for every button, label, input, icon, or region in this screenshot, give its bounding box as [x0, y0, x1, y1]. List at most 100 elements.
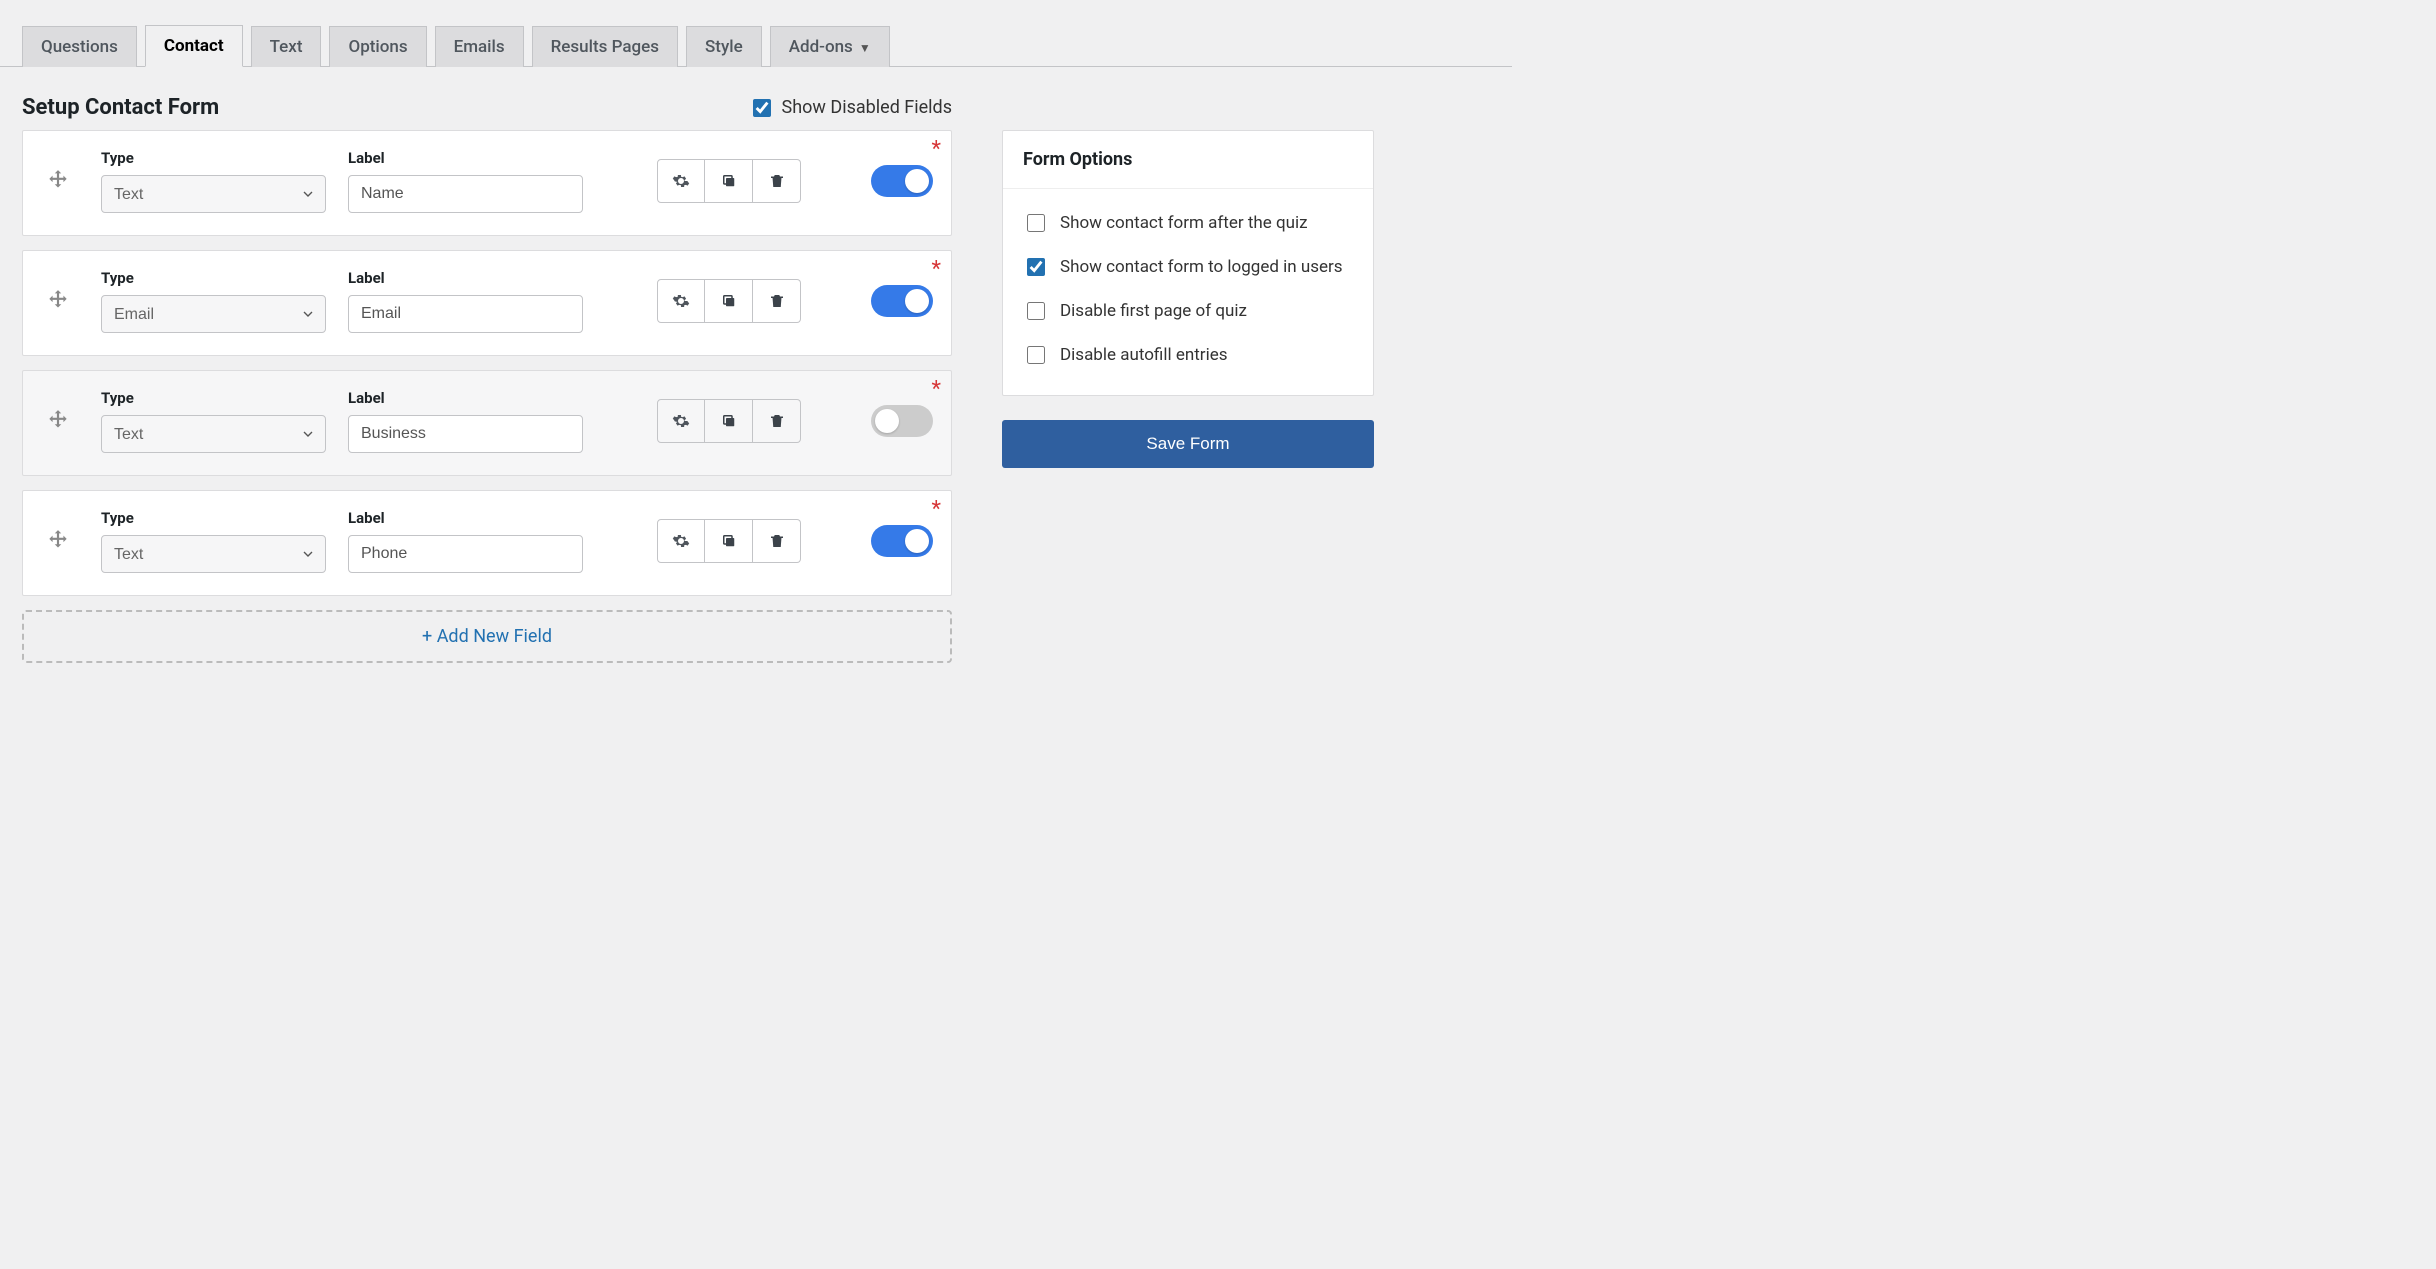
row-actions [657, 399, 933, 443]
action-button-group [657, 519, 801, 563]
field-row: *TypeTextEmailLabel [22, 490, 952, 596]
label-header: Label [348, 509, 583, 527]
duplicate-button[interactable] [705, 279, 753, 323]
tab-questions[interactable]: Questions [22, 26, 137, 67]
drag-handle-icon[interactable] [37, 408, 79, 434]
tab-contact[interactable]: Contact [145, 25, 243, 67]
label-header: Label [348, 269, 583, 287]
gear-icon [672, 532, 690, 550]
form-options-card: Form Options Show contact form after the… [1002, 130, 1374, 396]
copy-icon [720, 292, 738, 310]
form-option[interactable]: Disable first page of quiz [1023, 289, 1353, 333]
tab-emails[interactable]: Emails [435, 26, 524, 67]
label-input[interactable] [348, 175, 583, 213]
form-option-checkbox[interactable] [1027, 214, 1045, 232]
type-header: Type [101, 269, 326, 287]
required-icon: * [932, 139, 941, 161]
label-column: Label [348, 149, 583, 213]
type-column: Type TextEmail [101, 149, 326, 213]
tab-style[interactable]: Style [686, 26, 762, 67]
enable-toggle[interactable] [871, 285, 933, 317]
tab-results-pages[interactable]: Results Pages [532, 26, 678, 67]
add-new-field-button[interactable]: + Add New Field [22, 610, 952, 663]
tab-options[interactable]: Options [329, 26, 426, 67]
copy-icon [720, 412, 738, 430]
delete-button[interactable] [753, 159, 801, 203]
enable-toggle[interactable] [871, 405, 933, 437]
required-icon: * [932, 499, 941, 521]
form-options-title: Form Options [1003, 131, 1373, 189]
delete-button[interactable] [753, 279, 801, 323]
form-option-checkbox[interactable] [1027, 258, 1045, 276]
trash-icon [768, 532, 786, 550]
label-input[interactable] [348, 535, 583, 573]
field-row: * Type TextEmail Label [22, 250, 952, 356]
toggle-knob [905, 289, 929, 313]
type-select[interactable]: TextEmail [101, 295, 326, 333]
show-disabled-toggle[interactable]: Show Disabled Fields [749, 96, 952, 120]
settings-button[interactable] [657, 519, 705, 563]
save-form-button[interactable]: Save Form [1002, 420, 1374, 468]
duplicate-button[interactable] [705, 159, 753, 203]
fields-list: * Type TextEmail Label * Type TextEmail Label * T… [22, 130, 952, 663]
form-options-sidebar: Form Options Show contact form after the… [1002, 130, 1374, 468]
drag-handle-icon[interactable] [37, 168, 79, 194]
enable-toggle[interactable] [871, 165, 933, 197]
copy-icon [720, 172, 738, 190]
action-button-group [657, 279, 801, 323]
form-option[interactable]: Disable autofill entries [1023, 333, 1353, 377]
label-header: Label [348, 149, 583, 167]
field-row: * Type TextEmail Label [22, 130, 952, 236]
form-option[interactable]: Show contact form after the quiz [1023, 201, 1353, 245]
trash-icon [768, 412, 786, 430]
row-actions [657, 279, 933, 323]
form-options-body: Show contact form after the quiz Show con… [1003, 189, 1373, 395]
duplicate-button[interactable] [705, 399, 753, 443]
field-row: * Type TextEmail Label [22, 370, 952, 476]
required-icon: * [932, 259, 941, 281]
gear-icon [672, 292, 690, 310]
type-header: Type [101, 149, 326, 167]
gear-icon [672, 172, 690, 190]
settings-button[interactable] [657, 399, 705, 443]
toggle-knob [875, 409, 899, 433]
tab-add-ons[interactable]: Add-ons▼ [770, 26, 890, 67]
type-column: Type TextEmail [101, 389, 326, 453]
form-option-label: Show contact form after the quiz [1060, 213, 1308, 233]
required-icon: * [932, 379, 941, 401]
drag-handle-icon[interactable] [37, 528, 79, 554]
delete-button[interactable] [753, 519, 801, 563]
duplicate-button[interactable] [705, 519, 753, 563]
show-disabled-label: Show Disabled Fields [782, 97, 952, 118]
settings-button[interactable] [657, 159, 705, 203]
type-column: Type TextEmail [101, 269, 326, 333]
form-option-checkbox[interactable] [1027, 346, 1045, 364]
trash-icon [768, 172, 786, 190]
type-select[interactable]: TextEmail [101, 535, 326, 573]
form-option[interactable]: Show contact form to logged in users [1023, 245, 1353, 289]
settings-button[interactable] [657, 279, 705, 323]
drag-handle-icon[interactable] [37, 288, 79, 314]
label-input[interactable] [348, 415, 583, 453]
row-actions [657, 159, 933, 203]
type-select[interactable]: TextEmail [101, 175, 326, 213]
gear-icon [672, 412, 690, 430]
enable-toggle[interactable] [871, 525, 933, 557]
label-input[interactable] [348, 295, 583, 333]
label-column: Label [348, 269, 583, 333]
form-option-label: Disable first page of quiz [1060, 301, 1247, 321]
type-select[interactable]: TextEmail [101, 415, 326, 453]
tabs: QuestionsContactTextOptionsEmailsResults… [0, 0, 1512, 67]
toggle-knob [905, 529, 929, 553]
row-actions [657, 519, 933, 563]
delete-button[interactable] [753, 399, 801, 443]
label-column: Label [348, 509, 583, 573]
action-button-group [657, 159, 801, 203]
label-column: Label [348, 389, 583, 453]
show-disabled-checkbox[interactable] [753, 99, 771, 117]
form-option-label: Disable autofill entries [1060, 345, 1228, 365]
tab-text[interactable]: Text [251, 26, 322, 67]
caret-down-icon: ▼ [859, 41, 871, 55]
form-option-checkbox[interactable] [1027, 302, 1045, 320]
type-header: Type [101, 389, 326, 407]
